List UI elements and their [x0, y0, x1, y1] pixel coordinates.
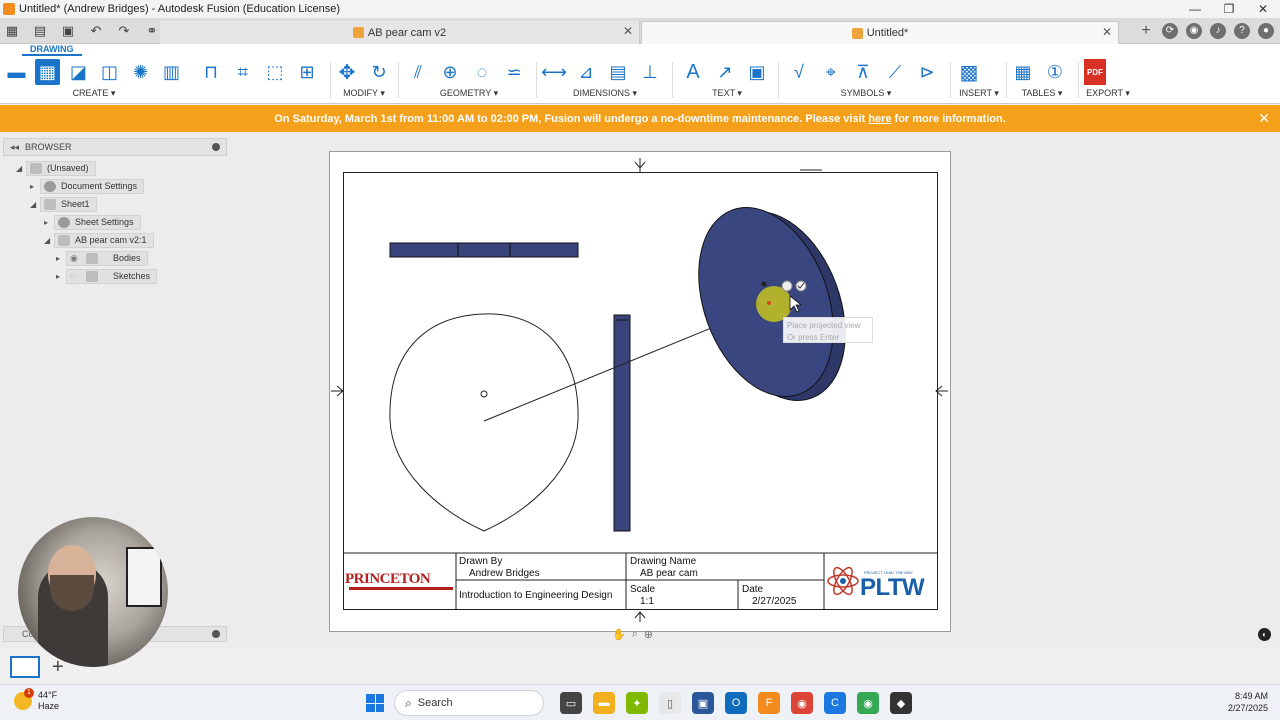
snap-point-icon [761, 281, 767, 287]
app-icon[interactable]: ◆ [890, 692, 912, 714]
notepad-icon[interactable]: ▯ [659, 692, 681, 714]
taskbar-apps: ▭ ▬ ✦ ▯ ▣ O F ◉ C ◉ ◆ [560, 692, 912, 714]
zoom-window-icon[interactable]: ⊕ [644, 628, 653, 641]
tooltip-line-2: Or press Enter [787, 333, 840, 342]
windows-taskbar: 1 44°F Haze ⌕ Search ▭ ▬ ✦ ▯ ▣ O F ◉ C ◉… [0, 684, 1280, 720]
course-name: Introduction to Engineering Design [459, 590, 613, 601]
widgets-icon[interactable]: ✦ [626, 692, 648, 714]
pltw-logo-text: PLTW [860, 574, 925, 601]
place-view-tooltip: Place projected view Or press Enter [783, 317, 873, 343]
system-clock[interactable]: 8:49 AM 2/27/2025 [1228, 690, 1268, 714]
tooltip-line-1: Place projected view [787, 321, 861, 330]
drawn-by-cell: Drawn By Andrew Bridges [456, 554, 626, 579]
course-cell: Introduction to Engineering Design [456, 588, 626, 603]
taskbar-search[interactable]: ⌕ Search [394, 690, 544, 716]
date-cell: Date 2/27/2025 [739, 582, 823, 607]
chrome-icon[interactable]: ◉ [791, 692, 813, 714]
start-button[interactable] [366, 694, 384, 712]
princeton-logo-underline [349, 587, 453, 590]
scale-value: 1:1 [640, 596, 654, 607]
date-label: Date [742, 584, 764, 595]
weather-temp: 44°F [38, 690, 58, 700]
border-center-marks [331, 158, 948, 622]
weather-widget[interactable]: 1 44°F Haze [14, 688, 60, 712]
princeton-logo: PRINCETON [345, 571, 455, 591]
date-value: 2/27/2025 [752, 596, 797, 607]
scale-label: Scale [630, 584, 656, 595]
pan-icon[interactable]: ✋ [612, 628, 626, 641]
fusion-taskbar-icon[interactable]: F [758, 692, 780, 714]
file-explorer-icon[interactable]: ▬ [593, 692, 615, 714]
atom-icon [827, 566, 859, 596]
weather-alert-badge: 1 [24, 688, 34, 698]
drawing-name-cell: Drawing Name AB pear cam [627, 554, 823, 579]
scale-cell: Scale 1:1 [627, 582, 737, 607]
navigation-bar: ✋ ⌕ ⊕ [612, 628, 653, 641]
chrome-profile-icon[interactable]: ◉ [857, 692, 879, 714]
drawing-name-value: AB pear cam [640, 568, 698, 579]
zoom-icon[interactable]: ⌕ [632, 628, 638, 641]
drawn-by-label: Drawn By [459, 556, 503, 567]
cursor-point [767, 301, 771, 305]
drawing-views [331, 158, 948, 622]
search-label: Search [417, 697, 453, 709]
status-badge-icon[interactable]: ◐ [1258, 628, 1271, 641]
princeton-logo-text: PRINCETON [345, 571, 431, 587]
search-icon: ⌕ [405, 695, 412, 710]
copilot-icon[interactable]: C [824, 692, 846, 714]
front-view[interactable] [389, 313, 579, 532]
drawn-by-value: Andrew Bridges [469, 568, 540, 579]
drawing-name-label: Drawing Name [630, 556, 697, 567]
weather-condition: Haze [38, 701, 60, 711]
task-view-icon[interactable]: ▭ [560, 692, 582, 714]
right-side-view[interactable] [613, 314, 631, 532]
clock-date: 2/27/2025 [1227, 703, 1268, 713]
pltw-logo: PROJECT LEAD THE WAY PLTW [824, 560, 936, 602]
outlook-icon[interactable]: O [725, 692, 747, 714]
top-view[interactable] [389, 242, 579, 258]
clock-time: 8:49 AM [1234, 691, 1268, 701]
store-icon[interactable]: ▣ [692, 692, 714, 714]
